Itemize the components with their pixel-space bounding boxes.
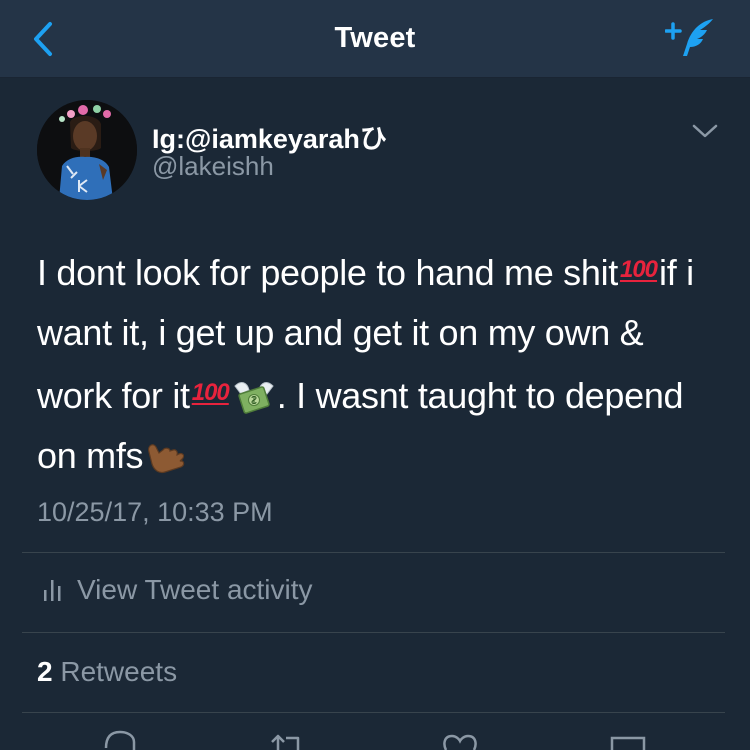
view-tweet-activity-label: View Tweet activity	[77, 574, 313, 605]
reply-icon[interactable]	[100, 728, 140, 750]
divider	[22, 632, 725, 633]
tweet-timestamp: 10/25/17, 10:33 PM	[37, 497, 273, 527]
compose-tweet-button[interactable]	[664, 14, 721, 62]
divider	[22, 712, 725, 713]
avatar[interactable]	[37, 100, 137, 200]
tweet-options-button[interactable]	[688, 118, 722, 144]
tweet-text: I dont look for people to hand me shit10…	[37, 240, 717, 486]
tweet-action-bar	[0, 728, 750, 750]
user-handle[interactable]: @lakeishh	[152, 151, 274, 182]
display-name-text: Ig:@iamkeyarah	[152, 124, 360, 154]
hundred-points-emoji: 100	[191, 379, 230, 406]
tweet-text-part-1: I dont look for people to hand me shit	[37, 252, 618, 293]
chevron-down-icon	[692, 124, 718, 138]
profile-photo-icon	[37, 100, 137, 200]
share-icon[interactable]	[608, 728, 648, 750]
retweets-count[interactable]: 2 Retweets	[37, 656, 177, 688]
tweet-detail-screen: Tweet Ig:@iamkeyarahひ @lakeishh I dont l…	[0, 0, 750, 750]
compose-tweet-icon	[664, 19, 713, 56]
retweet-count-value: 2	[37, 656, 53, 687]
retweet-count-label: Retweets	[52, 656, 178, 687]
view-tweet-activity-button[interactable]: View Tweet activity	[22, 553, 725, 631]
retweet-icon[interactable]	[268, 728, 308, 750]
page-title: Tweet	[334, 22, 416, 54]
money-with-wings-icon	[234, 382, 274, 414]
navigation-bar: Tweet	[0, 0, 750, 78]
display-name-suffix: ひ	[359, 124, 387, 154]
call-me-hand-icon	[148, 444, 185, 474]
bar-chart-icon	[44, 580, 61, 601]
like-icon[interactable]	[440, 728, 480, 750]
hundred-points-emoji: 100	[619, 256, 658, 283]
